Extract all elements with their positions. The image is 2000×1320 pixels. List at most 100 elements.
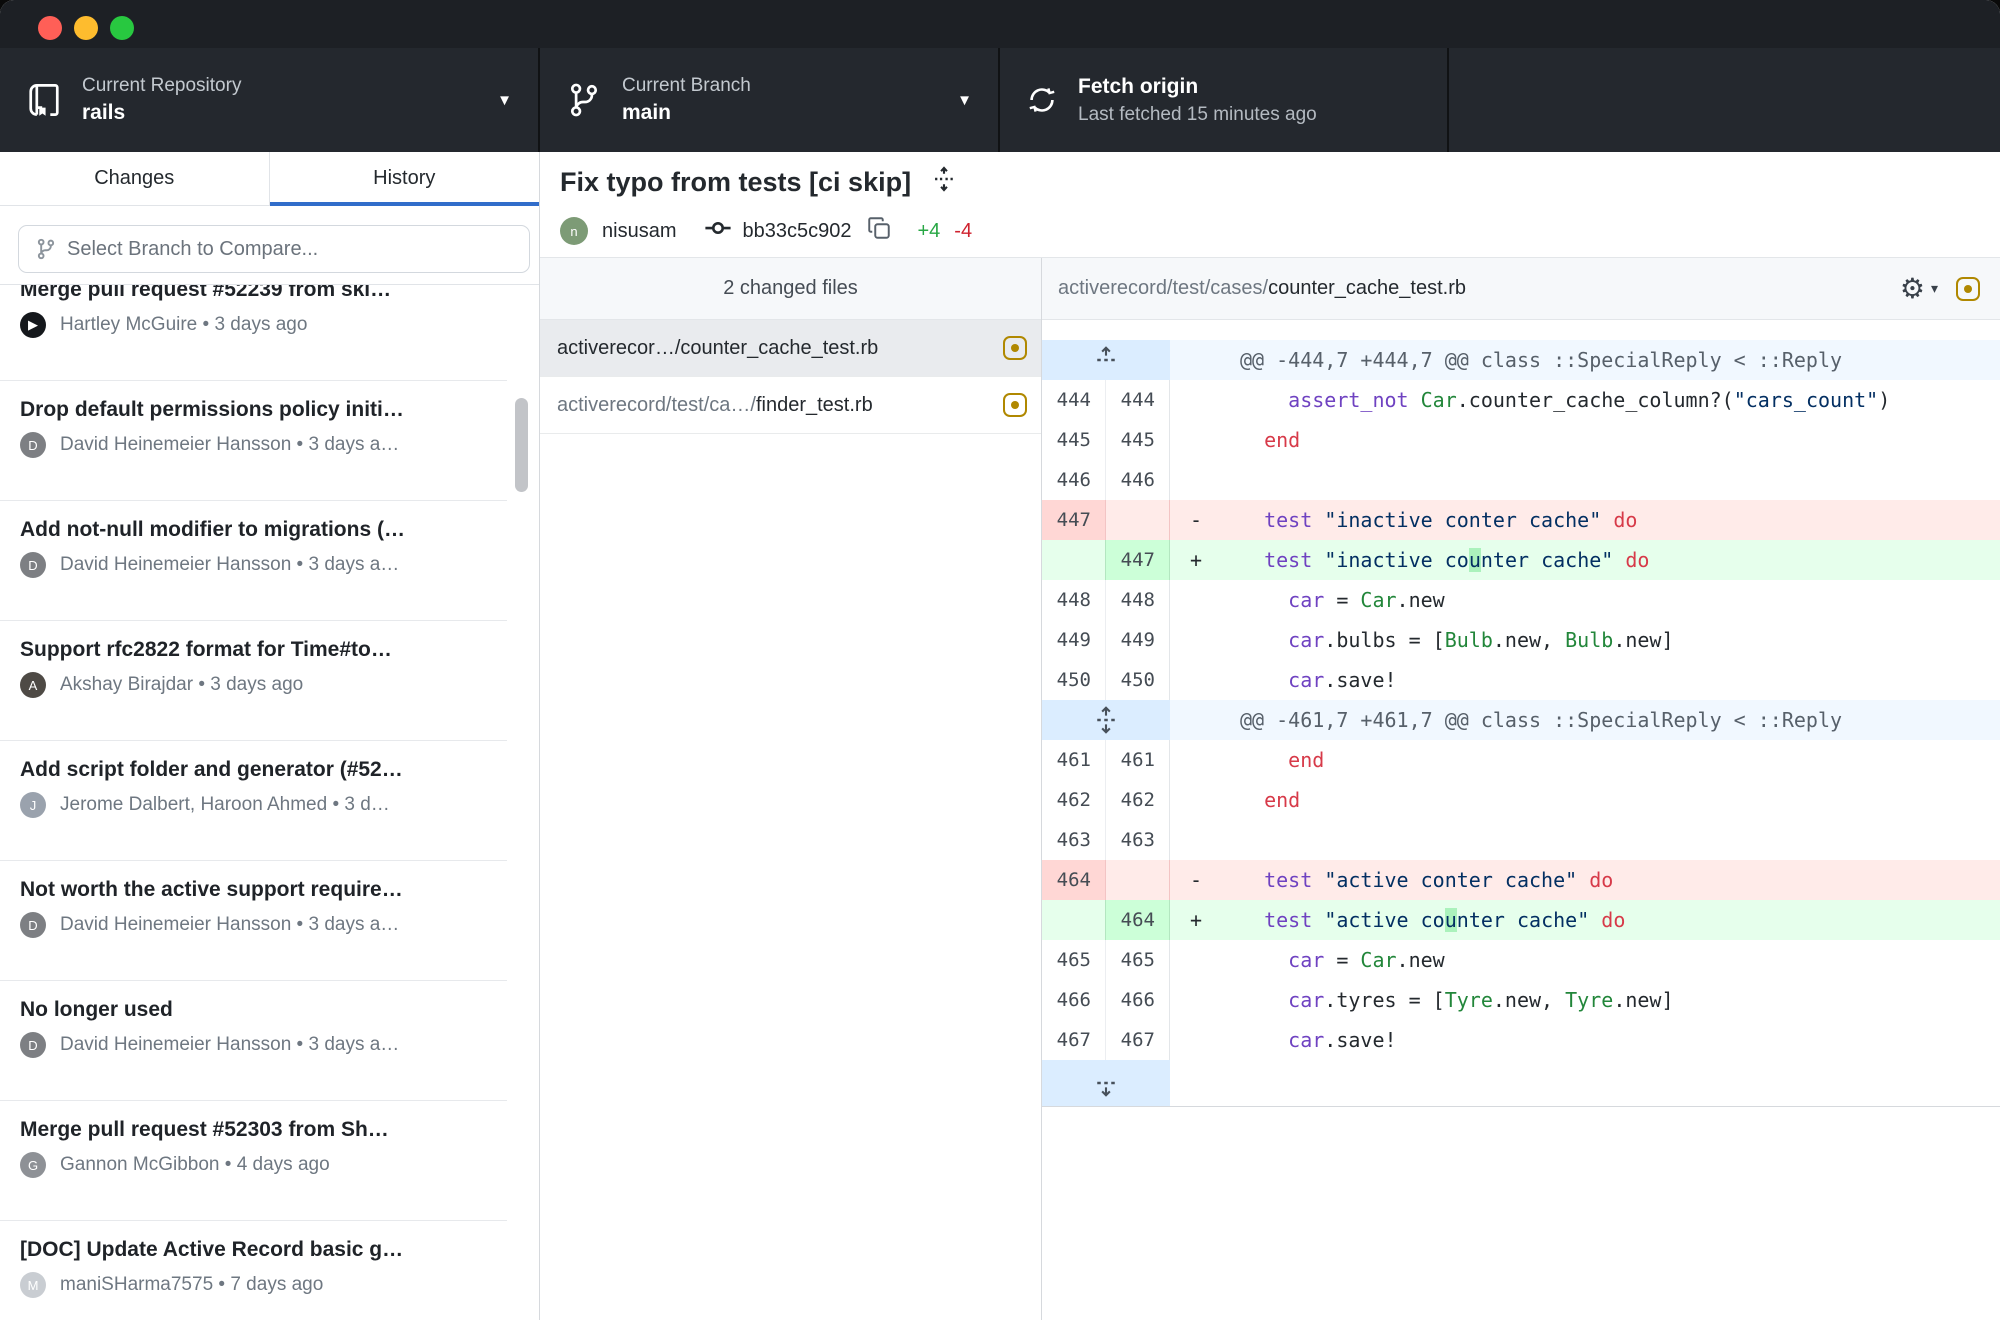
diff-marker: -: [1170, 508, 1240, 532]
branch-icon: [35, 238, 57, 260]
modified-file-icon: [1003, 336, 1027, 360]
expand-up-icon[interactable]: [1042, 340, 1170, 380]
commit-title: Fix typo from tests [ci skip]: [560, 167, 911, 198]
new-line-number: 444: [1106, 380, 1170, 420]
minimize-window-button[interactable]: [74, 16, 98, 40]
fetch-origin-label: Fetch origin: [1078, 74, 1317, 100]
diff-file-header: activerecord/test/cases/counter_cache_te…: [1042, 258, 2000, 320]
commit-list-item[interactable]: No longer usedDDavid Heinemeier Hansson …: [0, 998, 507, 1101]
diff-line-add: 464+ test "active counter cache" do: [1042, 900, 2000, 940]
commit-list-title: Merge pull request #52303 from Sh…: [20, 1118, 490, 1142]
new-line-number: 445: [1106, 420, 1170, 460]
hunk-header-row: @@ -444,7 +444,7 @@ class ::SpecialReply…: [1042, 340, 2000, 380]
fetch-origin-status: Last fetched 15 minutes ago: [1078, 103, 1317, 127]
expand-both-icon[interactable]: [1042, 700, 1170, 740]
commit-list-item[interactable]: Add script folder and generator (#52… J Je…: [0, 758, 507, 861]
diff-body: @@ -444,7 +444,7 @@ class ::SpecialReply…: [1042, 330, 2000, 1320]
commit-list-meta: David Heinemeier Hansson • 3 days a…: [60, 914, 490, 936]
maximize-window-button[interactable]: [110, 16, 134, 40]
new-line-number: 467: [1106, 1020, 1170, 1060]
old-line-number: 461: [1042, 740, 1106, 780]
copy-sha-icon[interactable]: [867, 216, 891, 246]
toolbar: Current Repository rails ▼ Current Branc…: [0, 48, 2000, 152]
diff-panel: activerecord/test/cases/counter_cache_te…: [1042, 258, 2000, 1320]
commit-list-meta: Jerome Dalbert, Haroon Ahmed • 3 d…: [60, 794, 490, 816]
new-line-number: 463: [1106, 820, 1170, 860]
branch-compare-bar: Select Branch to Compare...: [0, 206, 539, 285]
diff-line-ctx: 465465 car = Car.new: [1042, 940, 2000, 980]
commit-list-meta: David Heinemeier Hansson • 3 days a…: [60, 554, 490, 576]
old-line-number: 463: [1042, 820, 1106, 860]
expand-down-icon[interactable]: [1042, 1060, 1170, 1106]
old-line-number: [1042, 900, 1106, 940]
commit-author-avatar: n: [560, 217, 588, 245]
diff-line-add: 447+ test "inactive counter cache" do: [1042, 540, 2000, 580]
commit-list-item[interactable]: Merge pull request #52303 from Sh…GGanno…: [0, 1118, 507, 1221]
avatar: D: [20, 1032, 46, 1058]
commit-list-title: Drop default permissions policy initi…: [20, 398, 490, 422]
diff-line-ctx: 444444 assert_not Car.counter_cache_colu…: [1042, 380, 2000, 420]
commit-list-meta: David Heinemeier Hansson • 3 days a…: [60, 434, 490, 456]
tab-changes[interactable]: Changes: [0, 152, 270, 206]
hunk-header-text: @@ -461,7 +461,7 @@ class ::SpecialReply…: [1170, 700, 2000, 740]
commit-list-item[interactable]: Not worth the active support require…DDa…: [0, 878, 507, 981]
changed-file-row[interactable]: activerecord/test/ca…/finder_test.rb: [540, 377, 1041, 434]
old-line-number: 449: [1042, 620, 1106, 660]
code-line: car.tyres = [Tyre.new, Tyre.new]: [1170, 980, 2000, 1020]
commit-list-title: Add script folder and generator (#52…: [20, 758, 490, 782]
sync-icon: [1026, 84, 1058, 116]
new-line-number: [1106, 860, 1170, 900]
sidebar-tabs: Changes History: [0, 152, 539, 206]
old-line-number: 445: [1042, 420, 1106, 460]
file-name: finder_test.rb: [756, 394, 873, 417]
select-branch-to-compare-input[interactable]: Select Branch to Compare...: [18, 225, 530, 273]
changed-files-list: activerecor…/counter_cache_test.rbactive…: [540, 320, 1041, 434]
file-path-prefix: activerecor…/: [557, 337, 680, 360]
unfold-commit-details-icon[interactable]: [931, 166, 957, 199]
commit-list-item[interactable]: Support rfc2822 format for Time#to…AAksh…: [0, 638, 507, 741]
commit-list-meta: Hartley McGuire • 3 days ago: [60, 314, 490, 336]
branch-icon: [566, 82, 602, 118]
commit-list-meta: Gannon McGibbon • 4 days ago: [60, 1154, 490, 1176]
diff-marker: +: [1170, 908, 1240, 932]
diff-line-ctx: 448448 car = Car.new: [1042, 580, 2000, 620]
current-repository-dropdown[interactable]: Current Repository rails ▼: [0, 48, 540, 152]
avatar: D: [20, 432, 46, 458]
chevron-down-icon: ▼: [497, 92, 512, 109]
diff-line-ctx: 449449 car.bulbs = [Bulb.new, Bulb.new]: [1042, 620, 2000, 660]
hunk-header-text: @@ -444,7 +444,7 @@ class ::SpecialReply…: [1170, 340, 2000, 380]
current-repository-value: rails: [82, 100, 241, 126]
new-line-number: 461: [1106, 740, 1170, 780]
avatar: J: [20, 792, 46, 818]
diff-path-prefix: activerecord/test/cases/: [1058, 277, 1268, 300]
commit-list-item[interactable]: Add not-null modifier to migrations (…DD…: [0, 518, 507, 621]
diff-line-ctx: 467467 car.save!: [1042, 1020, 2000, 1060]
close-window-button[interactable]: [38, 16, 62, 40]
old-line-number: 467: [1042, 1020, 1106, 1060]
code-line: [1170, 820, 2000, 860]
commit-list-item[interactable]: [DOC] Update Active Record basic g…Mmani…: [0, 1238, 507, 1320]
chevron-down-icon[interactable]: ▾: [1931, 280, 1938, 297]
current-branch-value: main: [622, 100, 751, 126]
avatar: ▶: [20, 312, 46, 338]
diff-marker: +: [1170, 548, 1240, 572]
current-branch-label: Current Branch: [622, 74, 751, 98]
titlebar: [0, 0, 2000, 48]
gear-icon[interactable]: ⚙: [1900, 272, 1925, 305]
sidebar-scrollbar[interactable]: [515, 398, 528, 492]
changed-file-row[interactable]: activerecor…/counter_cache_test.rb: [540, 320, 1041, 377]
diff-line-del: 447- test "inactive conter cache" do: [1042, 500, 2000, 540]
hunk-header-text: [1170, 1060, 2000, 1106]
history-sidebar: Changes History Select Branch to Compare…: [0, 152, 540, 1320]
fetch-origin-button[interactable]: Fetch origin Last fetched 15 minutes ago: [1000, 48, 1449, 152]
commit-list-item[interactable]: Drop default permissions policy initi… DD…: [0, 398, 507, 501]
new-line-number: 450: [1106, 660, 1170, 700]
additions-count: +4: [917, 220, 940, 243]
new-line-number: 448: [1106, 580, 1170, 620]
old-line-number: 446: [1042, 460, 1106, 500]
tab-history[interactable]: History: [270, 152, 540, 206]
current-branch-dropdown[interactable]: Current Branch main ▼: [540, 48, 1000, 152]
changed-files-panel: 2 changed files activerecor…/counter_cac…: [540, 258, 1042, 1320]
app-window: Current Repository rails ▼ Current Branc…: [0, 0, 2000, 1320]
commit-list-item[interactable]: Merge pull request #52239 from ski…▶Hart…: [0, 285, 507, 381]
